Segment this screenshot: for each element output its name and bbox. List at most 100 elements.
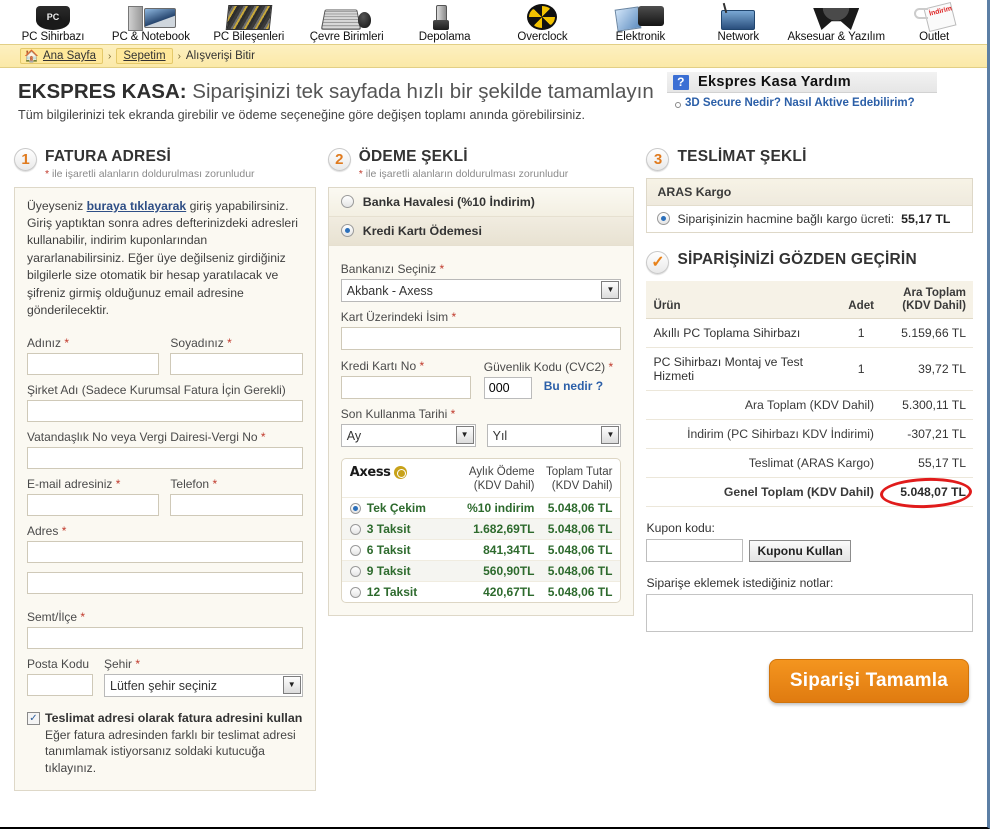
city-select[interactable]: Lütfen şehir seçiniz bbox=[104, 673, 303, 697]
notebook-icon bbox=[102, 4, 200, 31]
chevron-down-icon[interactable]: ▼ bbox=[282, 675, 301, 694]
email-input[interactable] bbox=[27, 493, 160, 516]
tax-id-input[interactable] bbox=[27, 446, 303, 469]
address-label: Adres * bbox=[27, 523, 67, 538]
chevron-down-icon[interactable]: ▼ bbox=[601, 425, 620, 444]
district-label: Semt/İlçe * bbox=[27, 609, 86, 624]
address-input-line2[interactable] bbox=[27, 571, 303, 594]
coupon-row: Kuponu Kullan bbox=[646, 539, 973, 563]
radio-installment-4[interactable] bbox=[349, 586, 361, 598]
same-address-desc: Eğer fatura adresinden farklı bir teslim… bbox=[45, 727, 296, 775]
components-icon bbox=[200, 4, 298, 30]
bank-select[interactable]: Akbank - Axess bbox=[340, 278, 622, 302]
discount-amount: -307,21 TL bbox=[881, 419, 973, 450]
chevron-down-icon[interactable]: ▼ bbox=[601, 280, 620, 299]
radio-installment-3[interactable] bbox=[349, 565, 361, 577]
company-input[interactable] bbox=[27, 399, 303, 422]
discount-label: İndirim (PC Sihirbazı KDV İndirimi) bbox=[646, 419, 881, 450]
step-number-3: 3 bbox=[646, 147, 670, 171]
col-qty: Adet bbox=[841, 280, 881, 320]
radio-bank-transfer[interactable] bbox=[340, 195, 354, 209]
help-link-3d-secure[interactable]: 3D Secure Nedir? Nasıl Aktive Edebilirim… bbox=[667, 93, 937, 109]
expiry-month-wrapper[interactable]: Ay ▼ bbox=[340, 423, 476, 447]
installment-row[interactable]: 9 Taksit 560,90TL 5.048,06 TL bbox=[341, 560, 621, 582]
nav-item-pc-notebook[interactable]: PC & Notebook bbox=[102, 4, 200, 44]
phone-label: Telefon * bbox=[170, 476, 218, 491]
postal-code-input[interactable] bbox=[27, 673, 93, 696]
payment-panel: Banka Havalesi (%10 İndirim) Kredi Kartı… bbox=[327, 186, 635, 617]
district-input[interactable] bbox=[27, 626, 303, 649]
order-notes-textarea[interactable] bbox=[646, 594, 973, 633]
nav-item-aksesuar-yazilim[interactable]: Aksesuar & Yazılım bbox=[787, 4, 885, 44]
installment-row[interactable]: 3 Taksit 1.682,69TL 5.048,06 TL bbox=[341, 518, 621, 540]
home-icon: 🏠 bbox=[24, 49, 39, 63]
first-name-input[interactable] bbox=[27, 352, 160, 375]
last-name-input[interactable] bbox=[170, 352, 303, 375]
cvc-help-link[interactable]: Bu nedir ? bbox=[544, 379, 603, 396]
nav-item-network[interactable]: Network bbox=[689, 4, 787, 44]
installment-row[interactable]: 6 Taksit 841,34TL 5.048,06 TL bbox=[341, 539, 621, 560]
bank-select-wrapper[interactable]: Akbank - Axess ▼ bbox=[340, 278, 622, 302]
billing-required-note: * ile işaretli alanların doldurulması zo… bbox=[45, 168, 255, 180]
apply-coupon-button[interactable]: Kuponu Kullan bbox=[749, 539, 851, 562]
help-box: ? Ekspres Kasa Yardım 3D Secure Nedir? N… bbox=[667, 72, 937, 109]
nav-item-outlet[interactable]: Outlet bbox=[885, 4, 983, 44]
payment-option-bank-transfer[interactable]: Banka Havalesi (%10 İndirim) bbox=[328, 187, 634, 217]
billing-info-part2: giriş yapabilirsiniz. Giriş yaptıktan so… bbox=[27, 198, 298, 318]
installment-table: Axess Aylık Ödeme (KDV Dahil) Toplam Tut… bbox=[340, 457, 622, 604]
card-number-input[interactable] bbox=[340, 375, 471, 399]
installment-row[interactable]: 12 Taksit 420,67TL 5.048,06 TL bbox=[341, 581, 621, 602]
installment-total: 5.048,06 TL bbox=[547, 501, 613, 516]
radio-installment-1[interactable] bbox=[349, 523, 361, 535]
breadcrumb-cart-link[interactable]: Sepetim bbox=[123, 50, 165, 62]
nav-label: Çevre Birimleri bbox=[309, 31, 384, 43]
grand-total-label: Genel Toplam (KDV Dahil) bbox=[646, 477, 881, 508]
card-name-input[interactable] bbox=[340, 326, 622, 350]
expiry-year-wrapper[interactable]: Yıl ▼ bbox=[486, 423, 622, 447]
radio-credit-card[interactable] bbox=[340, 224, 354, 238]
axess-logo: Axess bbox=[350, 465, 457, 480]
breadcrumb-cart[interactable]: Sepetim bbox=[116, 48, 173, 64]
card-name-label: Kart Üzerindeki İsim * bbox=[340, 309, 457, 324]
nav-item-elektronik[interactable]: Elektronik bbox=[591, 4, 689, 44]
radio-installment-0[interactable] bbox=[349, 502, 361, 514]
address-input-line1[interactable] bbox=[27, 540, 303, 563]
payment-option-credit-card[interactable]: Kredi Kartı Ödemesi bbox=[328, 216, 634, 246]
payment-option-label: Banka Havalesi (%10 İndirim) bbox=[362, 194, 535, 209]
complete-order-button[interactable]: Siparişi Tamamla bbox=[768, 659, 969, 704]
chevron-down-icon[interactable]: ▼ bbox=[455, 425, 474, 444]
radio-shipping-aras[interactable] bbox=[657, 212, 671, 226]
col-subtotal: Ara Toplam (KDV Dahil) bbox=[881, 280, 973, 320]
breadcrumb-separator: › bbox=[108, 50, 112, 62]
cvc-input[interactable] bbox=[483, 376, 532, 399]
nav-item-pc-sihirbazi[interactable]: PC Sihirbazı bbox=[4, 4, 102, 44]
required-note-text: ile işaretli alanların doldurulması zoru… bbox=[49, 167, 255, 180]
billing-title: FATURA ADRESİ bbox=[45, 147, 172, 165]
first-name-label: Adınız * bbox=[27, 335, 70, 350]
breadcrumb-home-link[interactable]: Ana Sayfa bbox=[43, 50, 96, 62]
radio-installment-2[interactable] bbox=[349, 544, 361, 556]
nav-item-overclock[interactable]: Overclock bbox=[494, 4, 592, 44]
billing-info-part1: Üyeyseniz bbox=[27, 198, 87, 213]
billing-form: Adınız * Soyadınız * Şirket Adı (Sadece … bbox=[15, 326, 315, 790]
col-product: Ürün bbox=[646, 280, 842, 320]
phone-input[interactable] bbox=[170, 493, 303, 516]
tax-id-label: Vatandaşlık No veya Vergi Dairesi-Vergi … bbox=[27, 429, 266, 444]
installment-row[interactable]: Tek Çekim %10 indirim 5.048,06 TL bbox=[341, 497, 621, 518]
login-link[interactable]: buraya tıklayarak bbox=[87, 199, 187, 213]
shipping-option[interactable]: Siparişinizin hacmine bağlı kargo ücreti… bbox=[647, 205, 972, 232]
breadcrumb-home[interactable]: 🏠 Ana Sayfa bbox=[20, 48, 104, 64]
nav-item-depolama[interactable]: Depolama bbox=[396, 4, 494, 44]
same-address-checkbox-row[interactable]: ✓ Teslimat adresi olarak fatura adresini… bbox=[27, 711, 303, 776]
card-number-label: Kredi Kartı No * bbox=[340, 358, 425, 373]
city-select-wrapper[interactable]: Lütfen şehir seçiniz ▼ bbox=[104, 673, 303, 697]
page-title-rest: Siparişinizi tek sayfada hızlı bir şekil… bbox=[186, 80, 654, 103]
coupon-input[interactable] bbox=[646, 539, 744, 563]
item-qty: 1 bbox=[841, 318, 881, 349]
nav-item-pc-bilesenleri[interactable]: PC Bileşenleri bbox=[200, 4, 298, 44]
page-subtitle: Tüm bilgilerinizi tek ekranda girebilir … bbox=[18, 107, 586, 122]
same-address-checkbox[interactable]: ✓ bbox=[27, 711, 40, 725]
nav-item-cevre-birimleri[interactable]: Çevre Birimleri bbox=[298, 4, 396, 44]
table-header-row: Ürün Adet Ara Toplam (KDV Dahil) bbox=[646, 280, 973, 320]
electronics-icon bbox=[591, 4, 689, 30]
